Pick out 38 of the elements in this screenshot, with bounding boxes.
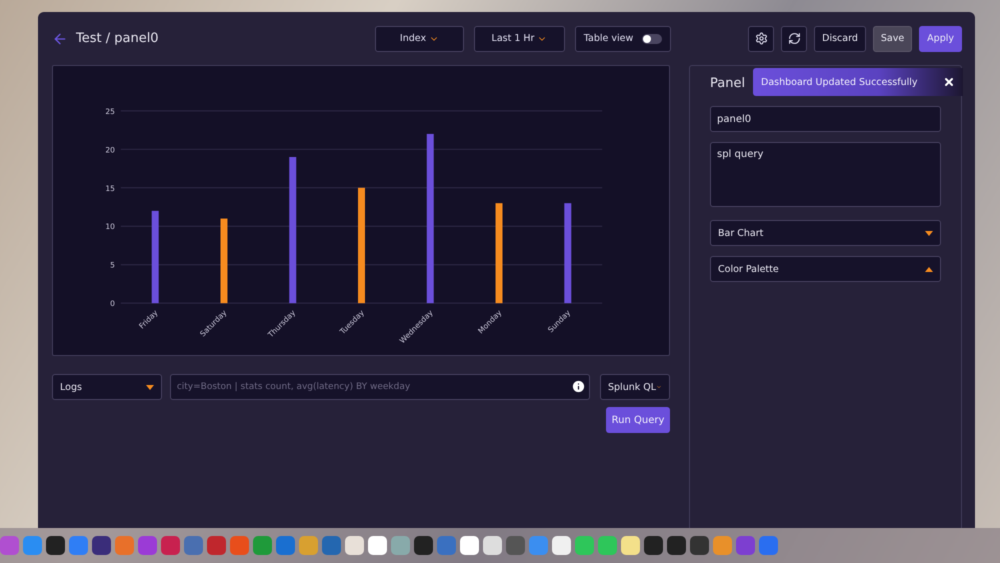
dock-app-icon[interactable]: [460, 536, 479, 555]
caret-icon: [146, 384, 154, 390]
action-button[interactable]: Discard: [814, 26, 866, 52]
caret-icon: [925, 230, 933, 236]
dock-app-icon[interactable]: [667, 536, 686, 555]
action-button[interactable]: Save: [872, 26, 912, 52]
window-title: Test / panel0: [76, 31, 159, 46]
refresh-button[interactable]: [781, 26, 808, 52]
dock-app-icon[interactable]: [345, 536, 364, 555]
panel-name-field[interactable]: panel0: [710, 106, 941, 132]
toast-message: Dashboard Updated Successfully: [761, 76, 918, 88]
dock-app-icon[interactable]: [644, 536, 663, 555]
close-icon[interactable]: [943, 76, 955, 88]
dock-app-icon[interactable]: [92, 536, 111, 555]
caret-icon: [925, 266, 933, 272]
time-range-dropdown[interactable]: Last 1 Hr: [474, 26, 565, 52]
dock-app-icon[interactable]: [552, 536, 571, 555]
index-dropdown[interactable]: Index: [375, 26, 464, 52]
language-dropdown[interactable]: Splunk QL: [600, 374, 670, 400]
dock-app-icon[interactable]: [690, 536, 709, 555]
settings-dropdown[interactable]: Bar Chart: [710, 220, 941, 246]
dock-app-icon[interactable]: [414, 536, 433, 555]
dock-app-icon[interactable]: [368, 536, 387, 555]
query-textarea[interactable]: spl query: [710, 142, 941, 207]
source-dropdown[interactable]: Logs: [52, 374, 162, 400]
query-field[interactable]: city=Boston | stats count, avg(latency) BY weekday: [170, 374, 590, 400]
back-arrow-icon[interactable]: [52, 30, 68, 46]
settings-icon: [754, 32, 768, 45]
dock-app-icon[interactable]: [621, 536, 640, 555]
table-view-toggle[interactable]: Table view: [575, 26, 671, 52]
action-button[interactable]: Apply: [919, 26, 962, 52]
refresh-icon: [788, 32, 801, 45]
settings-button[interactable]: [748, 26, 774, 52]
panel-title: Panel: [710, 76, 746, 93]
settings-dropdown[interactable]: Color Palette: [710, 256, 941, 282]
dock-app-icon[interactable]: [46, 536, 65, 555]
dock-app-icon[interactable]: [483, 536, 502, 555]
run-query-button[interactable]: Run Query: [606, 407, 670, 433]
